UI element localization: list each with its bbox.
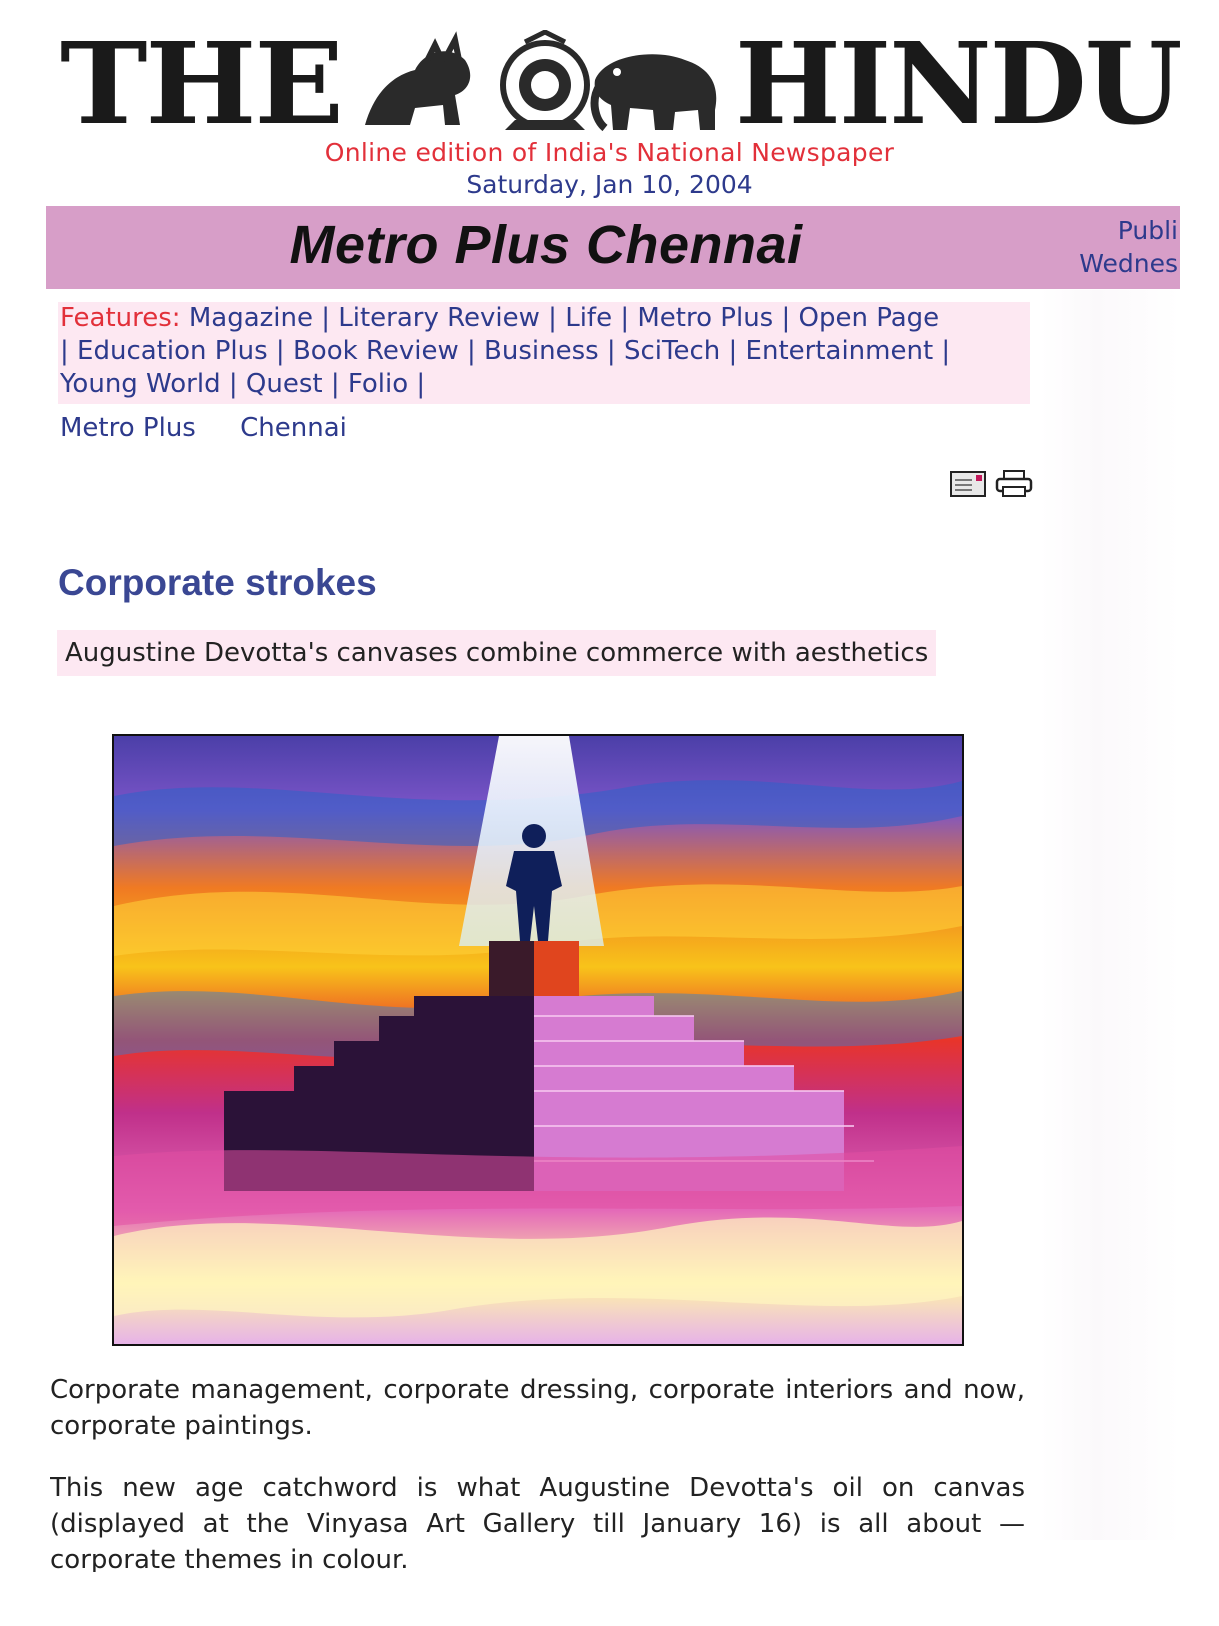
- breadcrumb-metro-plus[interactable]: Metro Plus: [60, 413, 196, 443]
- pub-info-line-1: Publi: [1117, 216, 1178, 245]
- section-bar: Metro Plus Chennai Publi Wednes: [46, 206, 1180, 289]
- nav-link-open-page[interactable]: Open Page: [799, 303, 940, 333]
- tagline: Online edition of India's National Newsp…: [324, 138, 895, 167]
- right-column: [1040, 290, 1180, 1540]
- nav-link-book-review[interactable]: Book Review: [293, 336, 459, 366]
- pub-info-line-2: Wednes: [1079, 249, 1178, 278]
- article-painting: [112, 734, 964, 1346]
- nav-link-scitech[interactable]: SciTech: [624, 336, 720, 366]
- print-icon[interactable]: [995, 470, 1033, 498]
- nav-link-folio[interactable]: Folio: [348, 369, 408, 399]
- publication-info: Publi Wednes: [1066, 214, 1178, 280]
- masthead-hindu: HINDU: [735, 19, 1182, 150]
- breadcrumb: Metro Plus Chennai: [60, 413, 383, 443]
- nav-link-education-plus[interactable]: Education Plus: [77, 336, 268, 366]
- nav-link-young-world[interactable]: Young World: [60, 369, 221, 399]
- painting-image: [114, 736, 962, 1344]
- nav-link-business[interactable]: Business: [484, 336, 599, 366]
- article-deck: Augustine Devotta's canvases combine com…: [57, 630, 937, 676]
- email-icon[interactable]: [950, 471, 986, 497]
- article-paragraph-2: This new age catchword is what Augustine…: [50, 1473, 1025, 1572]
- nav-link-entertainment[interactable]: Entertainment: [746, 336, 934, 366]
- article-tools: [950, 470, 1037, 498]
- nav-link-magazine[interactable]: Magazine: [189, 303, 313, 333]
- features-label: Features:: [60, 303, 181, 333]
- article-headline: Corporate strokes: [58, 562, 377, 603]
- nav-link-quest[interactable]: Quest: [246, 369, 323, 399]
- features-nav: Features: Magazine | Literary Review | L…: [58, 302, 1030, 404]
- emblem-icon: [365, 30, 717, 132]
- masthead-the: THE: [60, 19, 344, 150]
- article-paragraph-1: Corporate management, corporate dressing…: [50, 1375, 1025, 1441]
- date-line: Saturday, Jan 10, 2004: [466, 170, 753, 199]
- section-title: Metro Plus Chennai: [289, 215, 803, 275]
- nav-link-literary-review[interactable]: Literary Review: [338, 303, 540, 333]
- nav-link-life[interactable]: Life: [565, 303, 612, 333]
- masthead: THE HINDU: [0, 19, 1219, 150]
- breadcrumb-chennai[interactable]: Chennai: [240, 413, 347, 443]
- nav-link-metro-plus[interactable]: Metro Plus: [637, 303, 773, 333]
